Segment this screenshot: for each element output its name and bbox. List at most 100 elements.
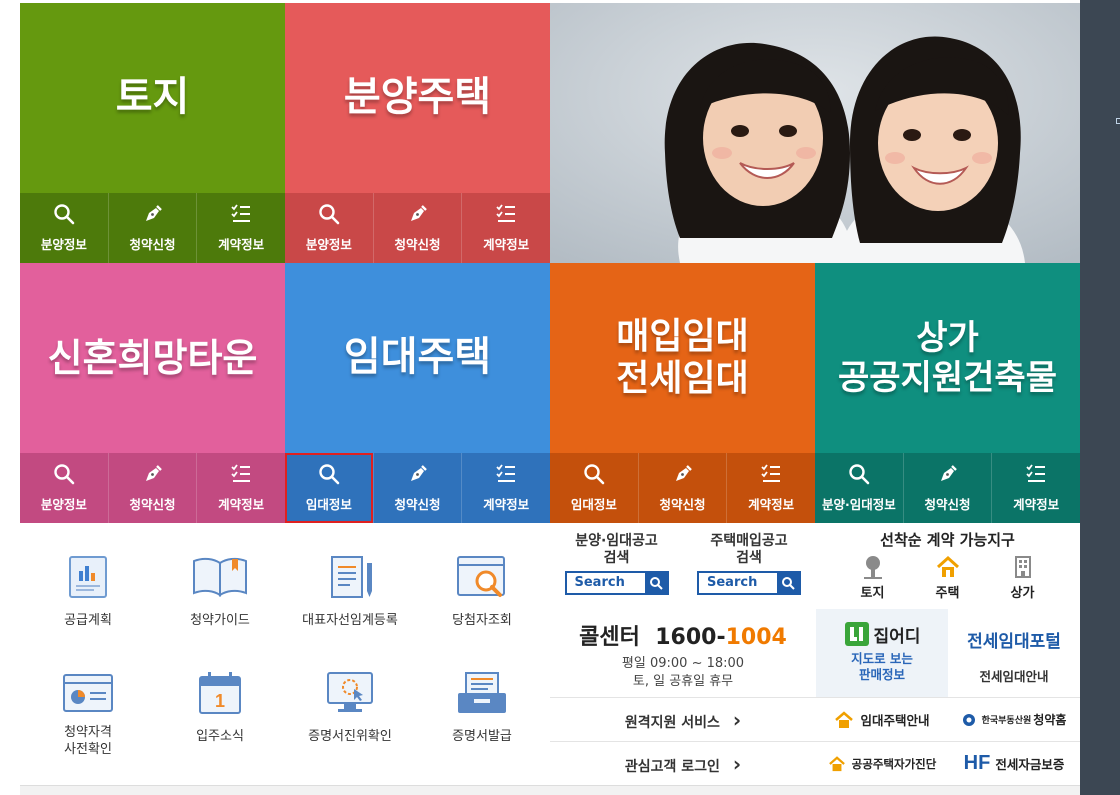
lh-logo-icon xyxy=(844,622,869,646)
sale-rental-notice-search[interactable]: 분양·임대공고 검색 Search xyxy=(550,523,683,609)
search-button[interactable]: Search xyxy=(564,570,669,595)
tile-sale-title: 분양주택 xyxy=(343,74,492,121)
sale-contract-button[interactable]: 계약정보 xyxy=(461,193,551,263)
commercial-contract-label: 계약정보 xyxy=(1013,497,1060,512)
call-center-number-b[interactable]: 1004 xyxy=(726,625,787,650)
certificate-verify-link[interactable]: 증명서진위확인 xyxy=(284,669,416,746)
tile-land-title: 토지 xyxy=(115,74,190,121)
supply-plan-label: 공급계획 xyxy=(64,613,112,628)
rental-guide-label: 임대주택안내 xyxy=(860,713,930,728)
move-in-news-link[interactable]: 1 입주소식 xyxy=(154,669,286,746)
purchase-notice-title: 주택매입공고 검색 xyxy=(710,533,788,566)
qualification-precheck-link[interactable]: 청약자격 사전확인 xyxy=(22,669,154,759)
commercial-apply-button[interactable]: 청약신청 xyxy=(902,453,992,523)
hf-jeonse-guarantee-banner[interactable]: HF 전세자금보증 xyxy=(948,741,1080,785)
commercial-info-label: 분양·임대정보 xyxy=(821,497,896,512)
representative-registration-link[interactable]: 대표자선임계등록 xyxy=(284,553,416,630)
tile-commercial-buttons: 분양·임대정보 청약신청 계약정보 xyxy=(815,453,1081,523)
search-icon xyxy=(777,572,799,593)
house-icon xyxy=(835,710,854,728)
first-come-house[interactable]: 주택 xyxy=(910,554,985,601)
applyhome-label: 청약홈 xyxy=(1033,713,1067,727)
search-icon xyxy=(318,463,340,494)
purchase-info-label: 임대정보 xyxy=(570,497,617,512)
tile-purchase-buttons: 임대정보 청약신청 계약정보 xyxy=(550,453,816,523)
commercial-info-button[interactable]: 분양·임대정보 xyxy=(815,453,903,523)
land-info-button[interactable]: 분양정보 xyxy=(20,193,108,263)
jeonse-portal-banner[interactable]: 전세임대포털 전세임대안내 xyxy=(948,609,1080,697)
newlywed-info-button[interactable]: 분양정보 xyxy=(20,453,108,523)
qualification-precheck-label: 청약자격 사전확인 xyxy=(64,725,112,757)
zipeodi-banner[interactable]: 집어디 지도로 보는 판매정보 xyxy=(816,609,948,697)
rental-apply-button[interactable]: 청약신청 xyxy=(372,453,462,523)
public-housing-self-check-label: 공공주택자가진단 xyxy=(851,756,937,771)
purchase-notice-search[interactable]: 주택매입공고 검색 Search xyxy=(683,523,815,609)
tile-commercial[interactable]: 상가 공공지원건축물 분양·임대정보 청약신청 계약정보 xyxy=(815,263,1081,523)
children-illustration xyxy=(550,3,1080,263)
certificate-issue-link[interactable]: 증명서발급 xyxy=(416,669,548,746)
search-button-label: Search xyxy=(574,574,625,590)
rental-guide-banner[interactable]: 임대주택안내 xyxy=(816,697,948,741)
reb-logo-icon xyxy=(962,713,975,726)
supply-plan-link[interactable]: 공급계획 xyxy=(22,553,154,630)
chevron-right-icon: › xyxy=(732,708,742,732)
utility-menu: 공급계획 청약가이드 대표자선임계등록 당첨자조회청약자격 사전확인 1 입주소식 증명서진… xyxy=(20,523,550,785)
land-apply-button[interactable]: 청약신청 xyxy=(107,193,197,263)
subscription-guide-link[interactable]: 청약가이드 xyxy=(154,553,286,630)
calendar-icon: 1 xyxy=(154,669,286,717)
tile-sale-housing[interactable]: 분양주택 분양정보 청약신청 계약정보 xyxy=(285,3,551,263)
call-center-hours: 평일 09:00 ~ 18:00 토, 일 공휴일 휴무 xyxy=(621,656,745,690)
sale-rental-notice-title: 분양·임대공고 검색 xyxy=(575,533,658,566)
purchase-info-button[interactable]: 임대정보 xyxy=(550,453,638,523)
tile-commercial-title: 상가 공공지원건축물 xyxy=(838,317,1057,398)
search-button[interactable]: Search xyxy=(697,570,801,595)
remote-support-link[interactable]: 원격지원 서비스 › xyxy=(550,697,816,741)
sale-apply-label: 청약신청 xyxy=(394,237,441,252)
customer-login-link[interactable]: 관심고객 로그인 › xyxy=(550,741,816,785)
purchase-apply-button[interactable]: 청약신청 xyxy=(637,453,727,523)
rental-info-label: 임대정보 xyxy=(305,497,352,512)
land-contract-button[interactable]: 계약정보 xyxy=(196,193,286,263)
tile-rental-housing[interactable]: 임대주택 임대정보 청약신청 계약정보 xyxy=(285,263,551,523)
purchase-contract-label: 계약정보 xyxy=(748,497,795,512)
pen-icon xyxy=(937,463,959,494)
jeonse-portal-title: 전세임대포털 xyxy=(967,632,1061,652)
tile-land[interactable]: 토지 분양정보 청약신청 계약정보 xyxy=(20,3,286,263)
rental-info-button[interactable]: 임대정보 xyxy=(285,453,373,523)
commercial-contract-button[interactable]: 계약정보 xyxy=(991,453,1081,523)
list-icon xyxy=(230,463,252,494)
tree-icon xyxy=(863,556,882,579)
applyhome-banner[interactable]: 한국부동산원 청약홈 xyxy=(948,697,1080,741)
tile-rental-buttons: 임대정보 청약신청 계약정보 xyxy=(285,453,551,523)
footer-edge xyxy=(20,785,1080,795)
winner-search-icon xyxy=(416,553,548,601)
winner-lookup-link[interactable]: 당첨자조회 xyxy=(416,553,548,630)
purchase-contract-button[interactable]: 계약정보 xyxy=(726,453,816,523)
call-center-label: 콜센터 xyxy=(579,625,640,650)
monitor-cursor-icon xyxy=(284,669,416,717)
search-icon xyxy=(53,463,75,494)
search-button-label: Search xyxy=(707,574,758,590)
tile-purchase-rental[interactable]: 매입임대 전세임대 임대정보 청약신청 계약정보 xyxy=(550,263,816,523)
first-come-land[interactable]: 토지 xyxy=(835,554,910,601)
tile-sale-buttons: 분양정보 청약신청 계약정보 xyxy=(285,193,551,263)
document-pen-icon xyxy=(284,553,416,601)
sale-apply-button[interactable]: 청약신청 xyxy=(372,193,462,263)
svg-text:1: 1 xyxy=(215,691,225,711)
list-icon xyxy=(230,203,252,234)
reb-text: 한국부동산원 xyxy=(981,716,1032,726)
house-icon xyxy=(936,555,959,577)
certificate-verify-label: 증명서진위확인 xyxy=(308,729,392,744)
public-housing-self-check-banner[interactable]: 공공주택자가진단 xyxy=(816,741,948,785)
newlywed-contract-button[interactable]: 계약정보 xyxy=(196,453,286,523)
sale-info-button[interactable]: 분양정보 xyxy=(285,193,373,263)
tile-newlywed-title: 신혼희망타운 xyxy=(47,335,258,380)
tile-newlywed-town[interactable]: 신혼희망타운 분양정보 청약신청 계약정보 xyxy=(20,263,286,523)
first-come-shop[interactable]: 상가 xyxy=(985,554,1060,601)
newlywed-apply-button[interactable]: 청약신청 xyxy=(107,453,197,523)
chevron-right-icon: › xyxy=(732,752,742,776)
first-come-title: 선착순 계약 가능지구 xyxy=(880,531,1015,549)
call-center-number-a[interactable]: 1600- xyxy=(655,625,725,650)
pen-icon xyxy=(142,203,164,234)
rental-contract-button[interactable]: 계약정보 xyxy=(461,453,551,523)
